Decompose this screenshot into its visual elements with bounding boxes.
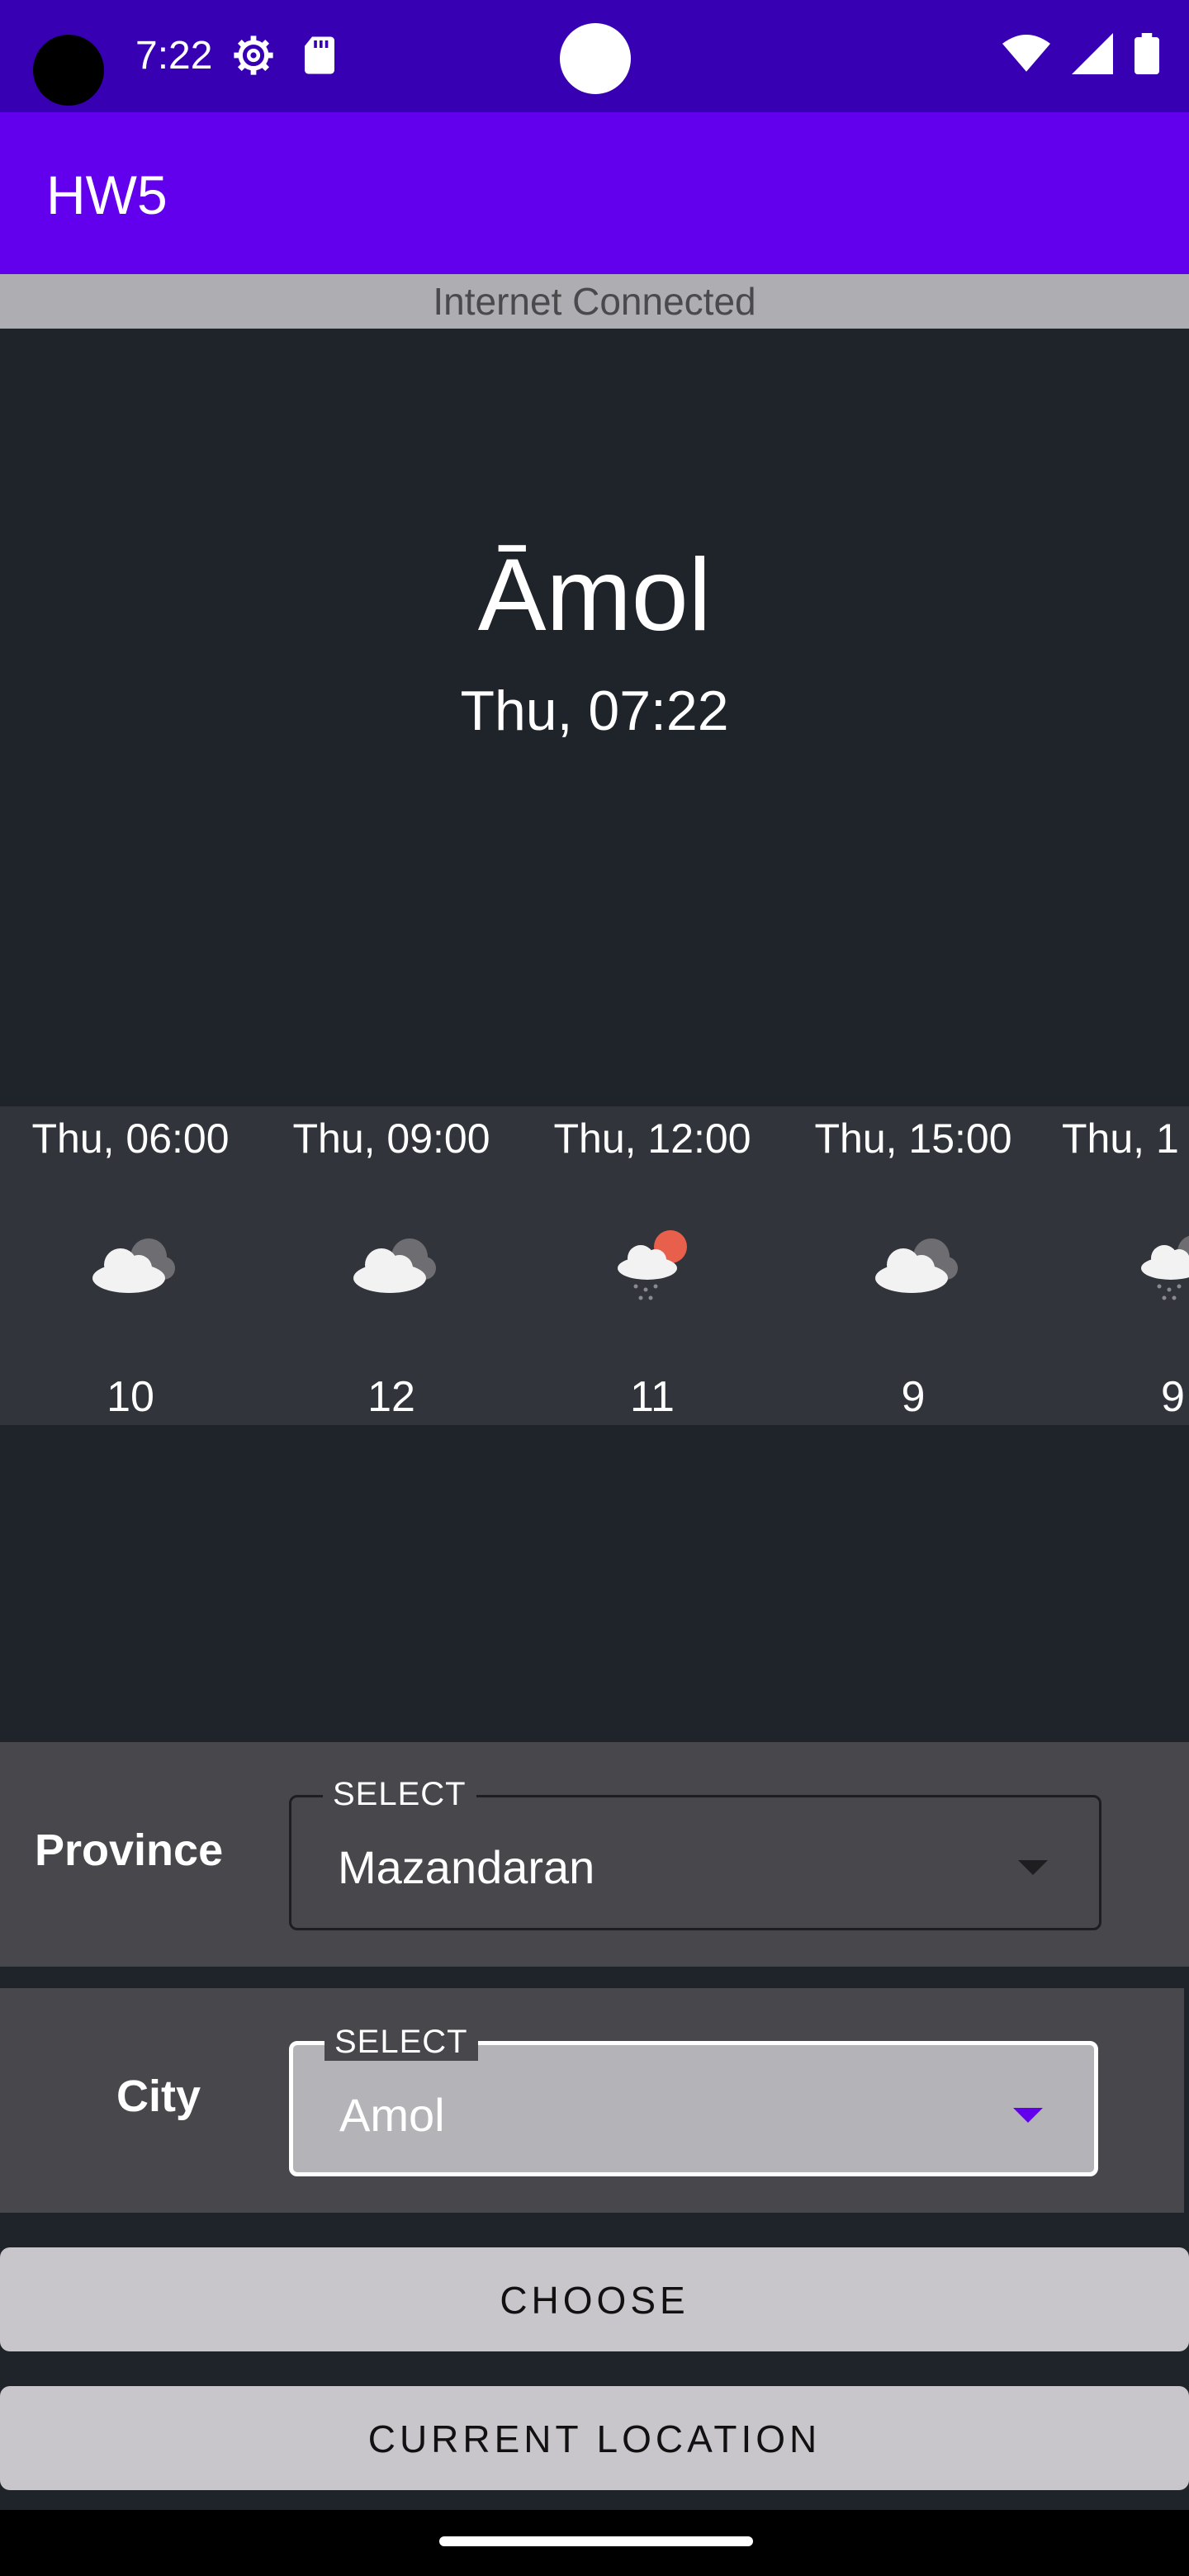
app-bar: HW5 (0, 112, 1189, 274)
network-status-banner: Internet Connected (0, 274, 1189, 329)
wifi-icon (1002, 35, 1050, 72)
settings-icon (234, 36, 273, 75)
province-panel: Province SELECT Mazandaran (0, 1742, 1189, 1967)
city-select-legend: SELECT (324, 2024, 478, 2061)
chevron-down-icon (1018, 1860, 1048, 1875)
forecast-item: Thu, 09:00 12 (261, 1106, 522, 1425)
app-title: HW5 (46, 164, 168, 225)
cloudy-icon (92, 1238, 175, 1293)
city-panel: City SELECT Amol (0, 1988, 1184, 2213)
battery-icon (1135, 33, 1159, 74)
forecast-temp: 11 (630, 1373, 675, 1421)
forecast-strip[interactable]: Thu, 06:00 10 Thu, 09:00 12 Thu, 12:00 1… (0, 1106, 1189, 1425)
forecast-temp: 9 (1161, 1373, 1185, 1421)
camera-cutout (33, 35, 104, 106)
current-datetime: Thu, 07:22 (460, 680, 729, 742)
city-selected-value: Amol (339, 2089, 445, 2141)
status-bar: 7:22 (0, 0, 1189, 112)
status-time: 7:22 (135, 34, 213, 78)
forecast-time: Thu, 12:00 (553, 1115, 751, 1162)
city-label: City (116, 2072, 201, 2121)
current-location-button[interactable]: CURRENT LOCATION (0, 2386, 1189, 2490)
forecast-temp: 10 (107, 1373, 154, 1421)
front-camera (560, 23, 631, 94)
province-selected-value: Mazandaran (338, 1841, 595, 1893)
forecast-time: Thu, 09:00 (292, 1115, 490, 1162)
forecast-time: Thu, 15:00 (814, 1115, 1012, 1162)
province-select-legend: SELECT (323, 1776, 476, 1813)
cloudy-icon (875, 1238, 958, 1293)
forecast-item: Thu, 12:00 11 (522, 1106, 783, 1425)
forecast-item: Thu, 06:00 10 (0, 1106, 261, 1425)
province-label: Province (35, 1825, 224, 1875)
forecast-time: Thu, 1 (1062, 1115, 1179, 1162)
forecast-item: Thu, 15:00 9 (783, 1106, 1044, 1425)
chevron-down-icon (1013, 2108, 1043, 2123)
status-icons (1002, 33, 1159, 74)
city-dropdown[interactable]: SELECT Amol (289, 2024, 1098, 2176)
rain-icon (1141, 1235, 1189, 1300)
forecast-temp: 9 (901, 1373, 926, 1421)
cloudy-icon (353, 1238, 436, 1293)
home-indicator[interactable] (439, 2536, 753, 2546)
sd-card-icon (305, 36, 334, 74)
forecast-temp: 12 (367, 1373, 415, 1421)
province-dropdown[interactable]: SELECT Mazandaran (289, 1776, 1101, 1930)
signal-icon (1072, 33, 1113, 74)
forecast-time: Thu, 06:00 (31, 1115, 230, 1162)
choose-button[interactable]: CHOOSE (0, 2247, 1189, 2351)
rain-sun-icon (618, 1230, 687, 1300)
forecast-item: Thu, 1 9 (1044, 1106, 1189, 1425)
current-city-name: Āmol (477, 538, 712, 652)
